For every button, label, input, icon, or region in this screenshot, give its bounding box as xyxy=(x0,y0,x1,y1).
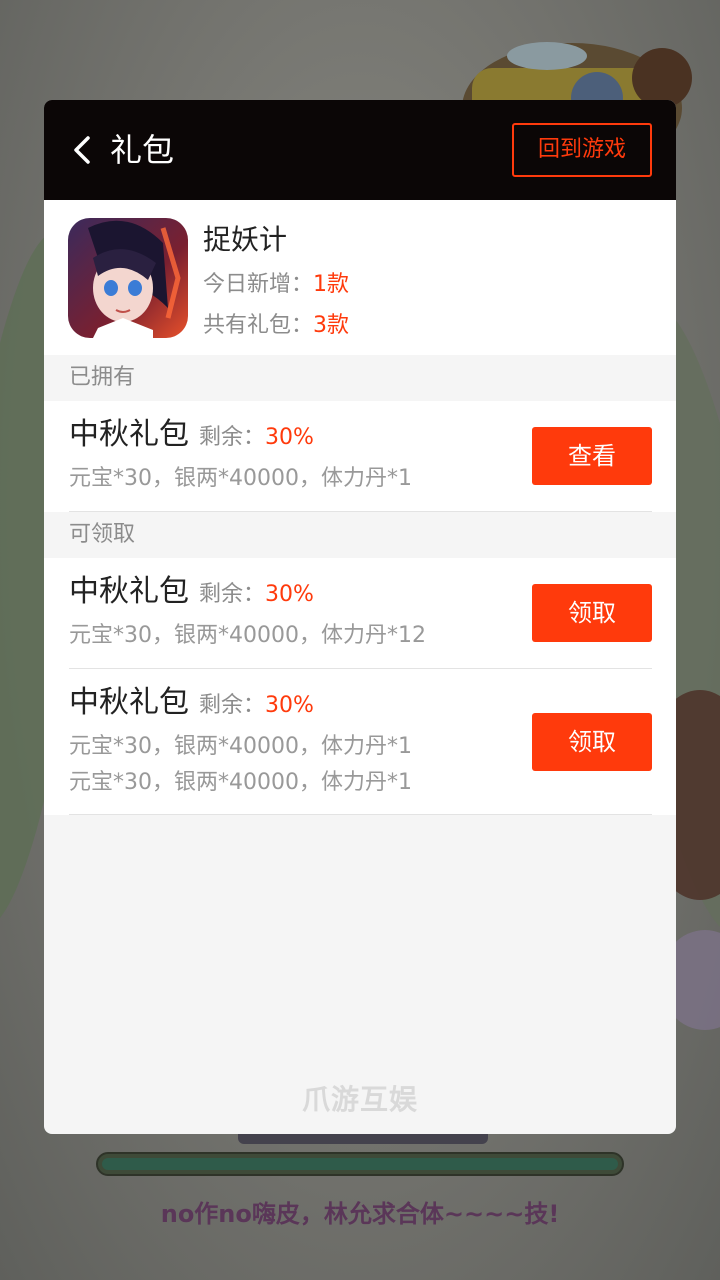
gift-remain-label: 剩余： xyxy=(199,425,266,450)
gift-name-row: 中秋礼包 剩余：30% xyxy=(69,683,314,726)
claim-gift-button[interactable]: 领取 xyxy=(532,713,652,771)
gift-item: 中秋礼包 剩余：30% 元宝*30，银两*40000，体力丹*1 元宝*30，银两… xyxy=(44,669,676,815)
view-gift-button[interactable]: 查看 xyxy=(532,427,652,485)
dialog-header: 礼包 回到游戏 xyxy=(44,100,676,200)
gift-remain-value: 30% xyxy=(265,425,314,450)
gift-desc: 元宝*30，银两*40000，体力丹*1 xyxy=(69,466,412,491)
game-name: 捉妖计 xyxy=(203,223,288,256)
return-to-game-button[interactable]: 回到游戏 xyxy=(512,123,652,177)
claim-gift-button[interactable]: 领取 xyxy=(532,584,652,642)
owned-gift-list: 中秋礼包 剩余：30% 元宝*30，银两*40000，体力丹*1 查看 xyxy=(44,401,676,512)
gift-name: 中秋礼包 xyxy=(69,574,189,609)
game-app-icon xyxy=(68,218,188,338)
gift-item: 中秋礼包 剩余：30% 元宝*30，银两*40000，体力丹*1 查看 xyxy=(44,401,676,512)
chevron-left-icon xyxy=(74,136,90,164)
gift-remain-value: 30% xyxy=(265,693,314,718)
gift-remain-label: 剩余： xyxy=(199,693,266,718)
divider xyxy=(69,814,652,815)
total-gifts-value: 3款 xyxy=(313,313,350,338)
total-gifts-row: 共有礼包：3款 xyxy=(203,307,349,339)
gift-name-row: 中秋礼包 剩余：30% xyxy=(69,572,314,615)
loading-progress-fill xyxy=(102,1158,618,1170)
gift-desc: 元宝*30，银两*40000，体力丹*1 xyxy=(69,734,412,759)
gift-name: 中秋礼包 xyxy=(69,417,189,452)
section-owned: 已拥有 xyxy=(44,355,676,401)
total-gifts-label: 共有礼包： xyxy=(203,313,314,338)
brand-watermark: 爪游互娱 xyxy=(301,1083,418,1116)
loading-progress-bar xyxy=(96,1152,624,1176)
today-new-label: 今日新增： xyxy=(203,272,314,297)
loading-tip: no作no嗨皮，林允求合体~~~~技! xyxy=(160,1200,560,1228)
today-new-value: 1款 xyxy=(313,272,350,297)
available-gift-list: 中秋礼包 剩余：30% 元宝*30，银两*40000，体力丹*12 领取 中秋礼包… xyxy=(44,558,676,815)
gift-desc: 元宝*30，银两*40000，体力丹*12 xyxy=(69,623,426,648)
gift-dialog: 礼包 回到游戏 捉妖计 今日新增：1款 共有礼包：3款 已拥有 中秋礼包 剩余：… xyxy=(44,100,676,1134)
gift-name-row: 中秋礼包 剩余：30% xyxy=(69,415,314,458)
gift-remain-label: 剩余： xyxy=(199,582,266,607)
section-available: 可领取 xyxy=(44,512,676,558)
gift-remain-value: 30% xyxy=(265,582,314,607)
gift-desc: 元宝*30，银两*40000，体力丹*1 xyxy=(69,770,412,795)
dialog-title: 礼包 xyxy=(110,131,175,169)
today-new-row: 今日新增：1款 xyxy=(203,266,349,298)
gift-item: 中秋礼包 剩余：30% 元宝*30，银两*40000，体力丹*12 领取 xyxy=(44,558,676,669)
back-button[interactable] xyxy=(58,126,106,174)
game-info-card: 捉妖计 今日新增：1款 共有礼包：3款 xyxy=(44,200,676,355)
gift-name: 中秋礼包 xyxy=(69,685,189,720)
